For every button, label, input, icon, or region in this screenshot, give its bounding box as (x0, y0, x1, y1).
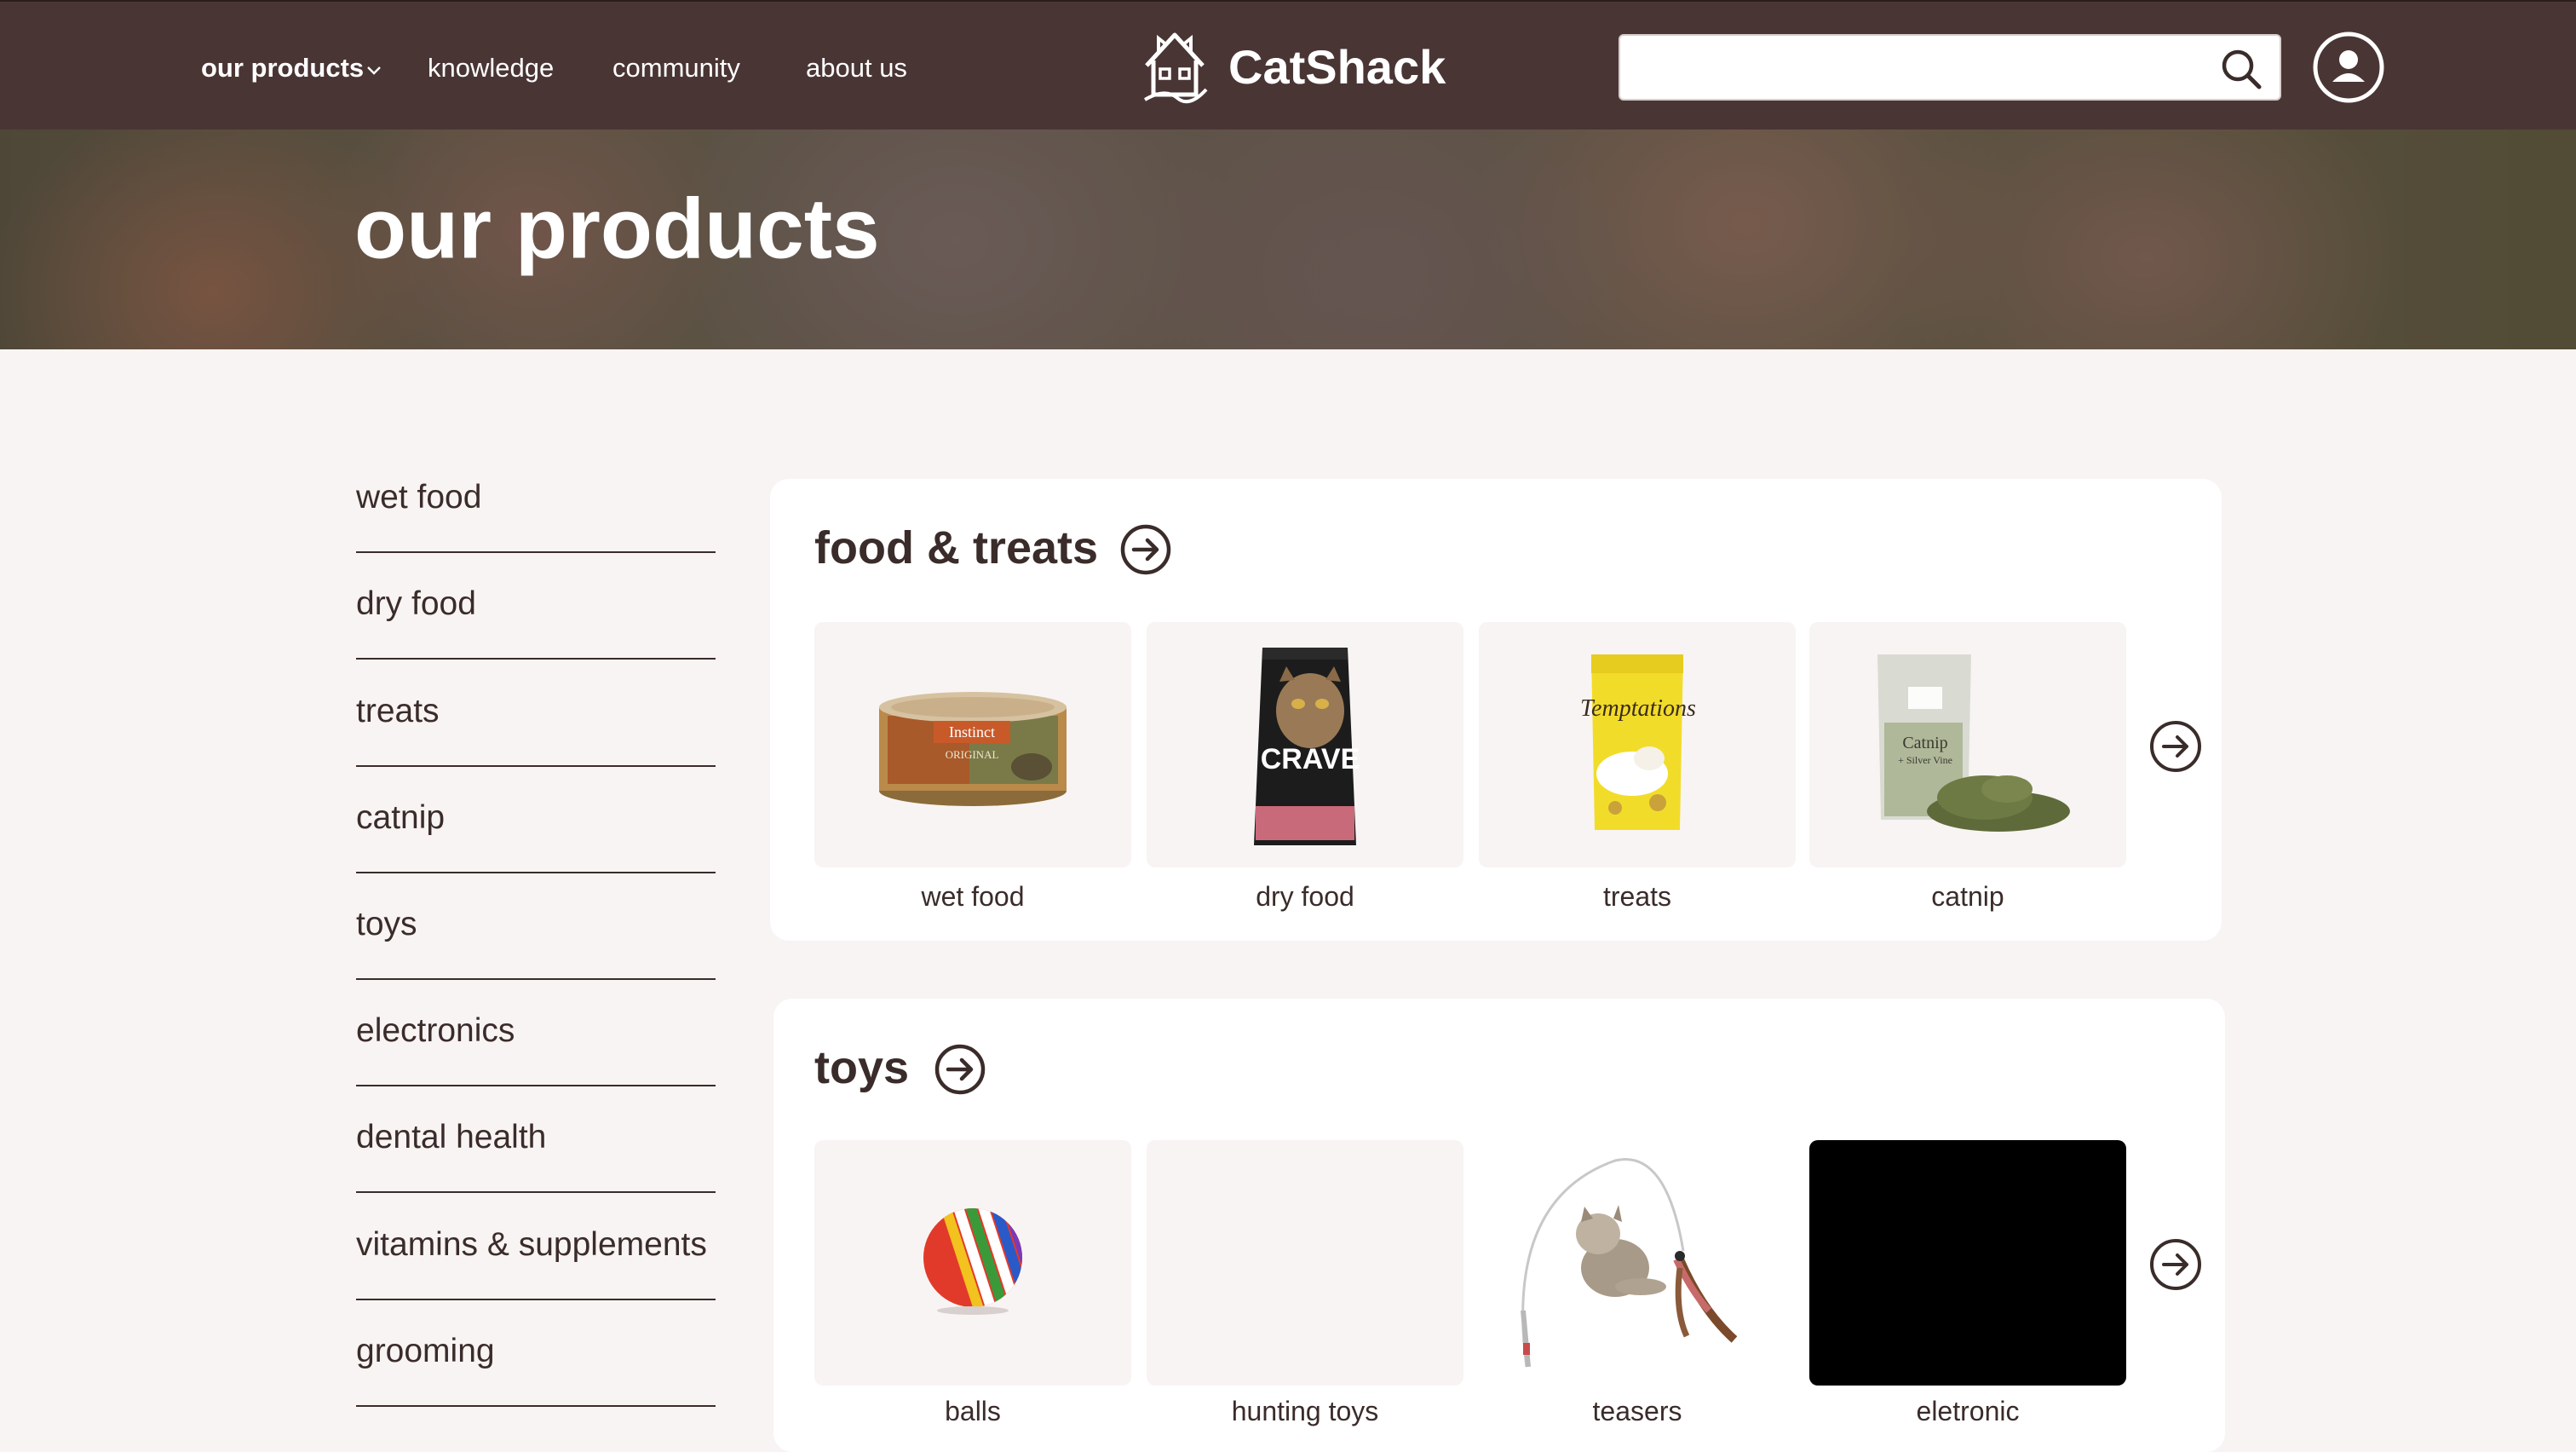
sidebar-item-label: vitamins & supplements (356, 1226, 707, 1263)
product-tile-dry-food[interactable]: CRAVE (1147, 622, 1463, 867)
sidebar-item-label: grooming (356, 1333, 495, 1369)
brand-name: CatShack (1228, 39, 1446, 94)
sidebar-item-label: dry food (356, 585, 476, 622)
product-label-balls[interactable]: balls (814, 1396, 1131, 1427)
account-icon[interactable] (2312, 31, 2385, 104)
cat-teaser-wand-image (1521, 1158, 1738, 1368)
product-tile-wet-food[interactable]: Instinct ORIGINAL (814, 622, 1131, 867)
search-input[interactable] (1636, 43, 2198, 92)
wet-food-line-text: ORIGINAL (946, 748, 999, 761)
rainbow-ball-image (923, 1208, 1022, 1315)
search-icon[interactable] (2218, 46, 2264, 92)
carousel-next-icon[interactable] (2148, 719, 2203, 774)
product-label-hunting-toys[interactable]: hunting toys (1147, 1396, 1463, 1427)
product-label-teasers[interactable]: teasers (1479, 1396, 1796, 1427)
catnip-bag-image: Catnip + Silver Vine (1877, 654, 2070, 832)
product-tile-balls[interactable] (814, 1140, 1131, 1386)
sidebar-item-treats[interactable]: treats (356, 660, 716, 767)
product-label-electronic[interactable]: eletronic (1809, 1396, 2126, 1427)
dry-food-bag-image: CRAVE (1254, 648, 1360, 845)
nav-our-products-label: our products (201, 53, 365, 83)
wet-food-can-image: Instinct ORIGINAL (879, 692, 1067, 806)
page-title: our products (354, 181, 880, 277)
sidebar-item-vitamins-supplements[interactable]: vitamins & supplements (356, 1194, 716, 1300)
product-label-dry-food[interactable]: dry food (1147, 881, 1463, 913)
product-tile-catnip[interactable]: Catnip + Silver Vine (1809, 622, 2126, 867)
treats-pouch-image: Temptations (1580, 654, 1696, 830)
nav-knowledge[interactable]: knowledge (428, 53, 554, 84)
sidebar-item-grooming[interactable]: grooming (356, 1300, 716, 1407)
nav-community[interactable]: community (612, 53, 740, 84)
sidebar-item-wet-food[interactable]: wet food (356, 447, 716, 553)
product-tile-electronic[interactable] (1809, 1140, 2126, 1386)
product-label-catnip[interactable]: catnip (1809, 881, 2126, 913)
section-title: food & treats (814, 522, 1099, 573)
cat-house-logo-icon (1143, 32, 1208, 104)
section-toys: toys balls hunting toys teasers eletroni… (773, 999, 2225, 1452)
nav-our-products[interactable]: our products (201, 53, 382, 84)
product-tile-hunting-toys[interactable] (1147, 1140, 1463, 1386)
sidebar-item-toys[interactable]: toys (356, 873, 716, 980)
sidebar-item-label: dental health (356, 1119, 547, 1155)
dry-food-brand-text: CRAVE (1261, 743, 1360, 775)
catnip-brand-text: Catnip (1902, 734, 1947, 752)
wet-food-brand-text: Instinct (949, 723, 995, 740)
brand-logo-link[interactable]: CatShack (1140, 26, 1446, 107)
carousel-next-icon[interactable] (2148, 1237, 2203, 1292)
circle-arrow-right-icon[interactable] (1119, 523, 1172, 576)
sidebar-item-electronics[interactable]: electronics (356, 980, 716, 1086)
top-navigation-bar: our products knowledge community about u… (0, 0, 2576, 130)
catnip-sub-text: + Silver Vine (1898, 754, 1952, 766)
circle-arrow-right-icon[interactable] (934, 1043, 986, 1096)
sidebar-item-catnip[interactable]: catnip (356, 767, 716, 873)
sidebar-item-dry-food[interactable]: dry food (356, 553, 716, 660)
sidebar-item-label: wet food (356, 479, 482, 516)
chevron-down-icon (367, 66, 382, 75)
product-tile-teasers[interactable] (1479, 1140, 1796, 1386)
nav-about-us[interactable]: about us (806, 53, 907, 84)
treats-brand-text: Temptations (1580, 695, 1696, 722)
hero-banner: our products (0, 130, 2576, 349)
sidebar-item-label: treats (356, 693, 440, 729)
product-label-wet-food[interactable]: wet food (814, 881, 1131, 913)
product-tile-treats[interactable]: Temptations (1479, 622, 1796, 867)
product-label-treats[interactable]: treats (1479, 881, 1796, 913)
search-bar (1619, 34, 2281, 101)
section-title: toys (814, 1042, 910, 1093)
section-food-treats: food & treats Instinct ORIGINAL wet food (770, 479, 2222, 941)
sidebar-item-label: electronics (356, 1012, 515, 1049)
sidebar-item-dental-health[interactable]: dental health (356, 1086, 716, 1193)
sidebar-item-label: toys (356, 906, 417, 942)
sidebar-item-label: catnip (356, 799, 446, 836)
